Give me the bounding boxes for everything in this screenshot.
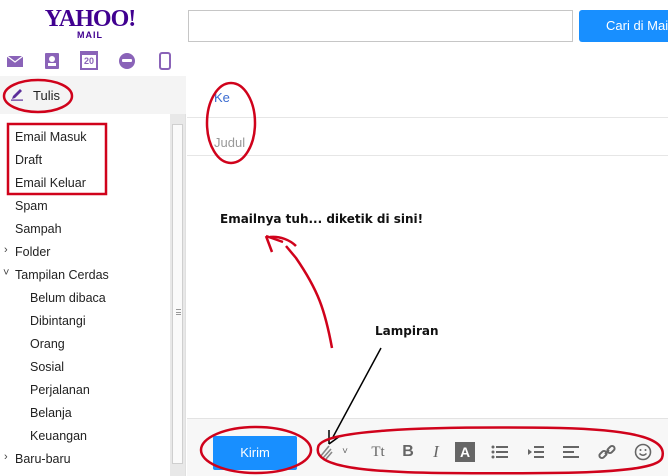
to-field[interactable]: Ke bbox=[187, 76, 668, 118]
app-switcher: 20 bbox=[0, 50, 186, 74]
smart-view-shopping[interactable]: Belanja bbox=[30, 406, 72, 420]
folder-inbox[interactable]: Email Masuk bbox=[15, 130, 87, 144]
text-size-button[interactable]: Tt bbox=[367, 441, 389, 463]
header: YAHOO! MAIL Cari di Mail bbox=[0, 0, 668, 50]
chevron-right-icon[interactable]: › bbox=[4, 244, 8, 256]
mobile-icon[interactable] bbox=[156, 52, 174, 70]
text-color-button[interactable]: A bbox=[455, 442, 475, 462]
calendar-day: 20 bbox=[83, 56, 94, 66]
logo-text: YAHOO! bbox=[44, 6, 136, 32]
folder-folders[interactable]: Folder bbox=[15, 245, 50, 259]
indent-icon[interactable] bbox=[526, 441, 546, 463]
bullet-list-icon[interactable] bbox=[490, 441, 510, 463]
sidebar: Tulis Email Masuk Draft Email Keluar Spa… bbox=[0, 76, 186, 476]
attachment-annotation: Lampiran bbox=[375, 324, 439, 338]
folder-spam[interactable]: Spam bbox=[15, 199, 48, 213]
message-body[interactable]: Emailnya tuh... diketik di sini! bbox=[220, 212, 423, 226]
chevron-down-icon[interactable]: ˅ bbox=[3, 267, 9, 279]
smart-view-finance[interactable]: Keuangan bbox=[30, 429, 87, 443]
align-left-icon[interactable] bbox=[561, 441, 581, 463]
compose-button[interactable]: Tulis bbox=[0, 76, 186, 114]
to-label: Ke bbox=[214, 90, 230, 105]
smart-view-travel[interactable]: Perjalanan bbox=[30, 383, 90, 397]
chevron-right-icon[interactable]: › bbox=[4, 451, 8, 463]
send-button[interactable]: Kirim bbox=[213, 436, 297, 470]
subject-placeholder: Judul bbox=[214, 135, 246, 150]
grip-icon bbox=[176, 309, 181, 315]
yahoo-mail-logo[interactable]: YAHOO! MAIL bbox=[40, 6, 140, 40]
pencil-icon bbox=[11, 89, 23, 101]
folder-sent[interactable]: Email Keluar bbox=[15, 176, 86, 190]
folder-recent[interactable]: Baru-baru bbox=[15, 452, 71, 466]
mail-icon[interactable] bbox=[6, 52, 24, 70]
compose-area: Ke Judul Emailnya tuh... diketik di sini… bbox=[187, 76, 668, 476]
subject-field[interactable]: Judul bbox=[187, 118, 668, 156]
scrollbar-thumb[interactable] bbox=[172, 124, 183, 464]
italic-button[interactable]: I bbox=[427, 441, 445, 463]
messenger-icon[interactable] bbox=[118, 52, 136, 70]
paperclip-icon[interactable] bbox=[315, 441, 337, 463]
compose-label: Tulis bbox=[33, 88, 60, 103]
contacts-icon[interactable] bbox=[43, 52, 61, 70]
emoji-icon[interactable] bbox=[633, 441, 653, 463]
smart-view-social[interactable]: Sosial bbox=[30, 360, 64, 374]
compose-toolbar: Kirim ˅ Tt B I A bbox=[187, 418, 668, 476]
sidebar-scrollbar[interactable] bbox=[170, 114, 185, 476]
smart-view-starred[interactable]: Dibintangi bbox=[30, 314, 86, 328]
search-input[interactable] bbox=[188, 10, 573, 42]
search-button[interactable]: Cari di Mail bbox=[579, 10, 668, 42]
folder-list: Email Masuk Draft Email Keluar Spam Samp… bbox=[0, 114, 170, 476]
bold-button[interactable]: B bbox=[398, 441, 418, 463]
smart-view-unread[interactable]: Belum dibaca bbox=[30, 291, 106, 305]
chevron-down-icon[interactable]: ˅ bbox=[339, 441, 351, 463]
link-icon[interactable] bbox=[597, 441, 617, 463]
smart-view-people[interactable]: Orang bbox=[30, 337, 65, 351]
folder-trash[interactable]: Sampah bbox=[15, 222, 62, 236]
calendar-icon[interactable]: 20 bbox=[80, 51, 98, 70]
folder-drafts[interactable]: Draft bbox=[15, 153, 42, 167]
smart-views[interactable]: Tampilan Cerdas bbox=[15, 268, 109, 282]
